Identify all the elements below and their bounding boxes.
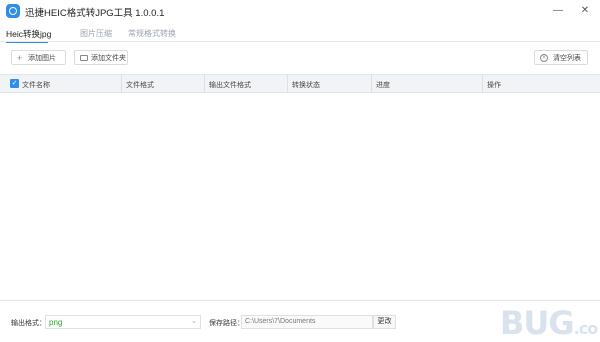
add-folder-label: 添加文件夹	[91, 55, 126, 62]
tab-image-compress[interactable]: 图片压缩	[80, 28, 112, 39]
watermark-main: BUG	[500, 304, 575, 342]
column-separator	[371, 75, 372, 93]
file-table-header: ✓ 文件名称 文件格式 输出文件格式 转换状态 进度 操作	[0, 74, 600, 93]
add-folder-button[interactable]: 添加文件夹	[74, 50, 128, 65]
header-progress: 进度	[376, 82, 390, 89]
clear-list-label: 清空列表	[553, 55, 581, 62]
header-actions: 操作	[487, 82, 501, 89]
save-path-field[interactable]: C:\Users\7\Documents	[241, 315, 373, 329]
circle-x-icon: ×	[540, 54, 548, 62]
watermark-logo: BUG.co	[500, 304, 599, 342]
add-image-label: 添加图片	[28, 55, 56, 62]
tab-general-convert[interactable]: 常规格式转换	[128, 28, 176, 39]
header-file-name: 文件名称	[22, 82, 50, 89]
change-path-button[interactable]: 更改	[373, 315, 396, 329]
output-format-label: 输出格式：	[11, 320, 46, 327]
column-separator	[482, 75, 483, 93]
divider	[0, 300, 600, 301]
clear-list-button[interactable]: × 清空列表	[534, 50, 588, 65]
output-format-select[interactable]: png ⌄	[45, 315, 201, 329]
tab-heic-to-jpg[interactable]: Heic转换jpg	[6, 28, 51, 40]
title-bar: 迅捷HEIC格式转JPG工具 1.0.0.1 — ✕	[0, 0, 600, 22]
minimize-button[interactable]: —	[549, 3, 567, 19]
header-output-format: 输出文件格式	[209, 82, 251, 89]
close-button[interactable]: ✕	[576, 3, 594, 19]
app-logo-icon	[6, 4, 20, 18]
select-all-checkbox[interactable]: ✓	[10, 79, 19, 88]
divider	[0, 41, 600, 42]
add-image-button[interactable]: + 添加图片	[11, 50, 66, 65]
column-separator	[287, 75, 288, 93]
folder-icon	[80, 55, 88, 61]
column-separator	[121, 75, 122, 93]
header-file-format: 文件格式	[126, 82, 154, 89]
watermark-suffix: .co	[573, 319, 599, 338]
tab-bar: Heic转换jpg 图片压缩 常规格式转换	[0, 22, 600, 43]
check-icon: ✓	[11, 80, 18, 87]
window-title: 迅捷HEIC格式转JPG工具 1.0.0.1	[25, 8, 165, 19]
column-separator	[204, 75, 205, 93]
save-path-label: 保存路径：	[209, 320, 244, 327]
header-convert-status: 转换状态	[292, 82, 320, 89]
chevron-down-icon: ⌄	[191, 318, 197, 325]
plus-icon: +	[17, 53, 23, 63]
output-format-value: png	[49, 318, 63, 327]
